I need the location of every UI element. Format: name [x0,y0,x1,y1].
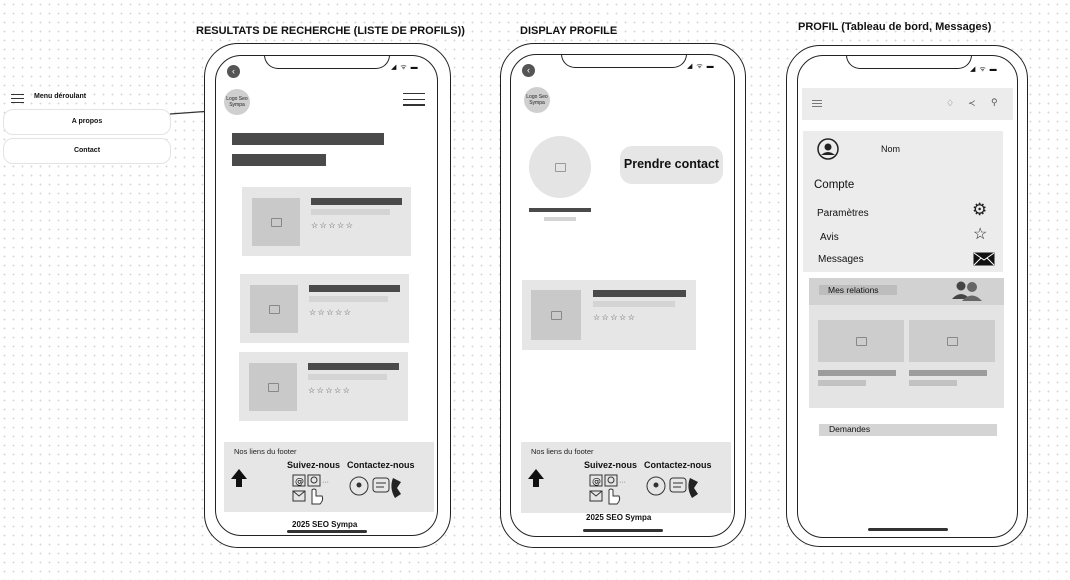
rating-stars-icon: ☆☆☆☆☆ [311,221,355,230]
relations-title: Mes relations [828,285,879,295]
envelope-icon[interactable] [973,252,995,266]
relation-sub-placeholder [818,380,866,386]
rating-stars-icon: ☆☆☆☆☆ [593,313,637,322]
footer: Nos liens du footer Suivez-nous Contacte… [224,442,434,512]
image-icon [250,285,298,333]
footer: Nos liens du footer Suivez-nous Contacte… [521,442,731,513]
back-arrow-icon[interactable]: ‹ [227,65,240,78]
requests-label: Demandes [829,424,871,434]
svg-text:···: ··· [619,479,626,486]
account-heading: Compte [814,179,855,191]
contact-button[interactable]: Prendre contact [620,146,723,184]
arrow-up-icon[interactable] [230,468,248,488]
users-icon[interactable] [951,280,983,302]
phone-notch [264,56,390,69]
relation-sub-placeholder [909,380,957,386]
star-icon[interactable]: ☆ [973,224,987,244]
card-title-placeholder [593,290,686,297]
contact-icons[interactable] [646,474,706,502]
user-avatar-icon[interactable] [817,138,839,160]
relations-panel: Mes relations [809,278,1004,408]
phone-profile-dashboard-screen: ◢ ᯤ ▬ ♢ ≺ ⚲ Nom Compte Paramètres Avis M… [797,55,1018,538]
home-indicator [583,529,663,532]
arrow-up-icon[interactable] [527,468,545,488]
footer-title: Nos liens du footer [531,447,594,456]
share-icon[interactable]: ≺ [968,98,976,109]
copyright: 2025 SEO Sympa [292,520,358,529]
status-icons: ◢ ᯤ ▬ [970,66,998,73]
svg-text:@: @ [295,477,304,487]
svg-text:···: ··· [322,479,329,486]
contact-icons[interactable] [349,474,409,502]
messages-link[interactable]: Messages [818,254,864,265]
profile-card[interactable]: ☆☆☆☆☆ [240,274,409,343]
settings-link[interactable]: Paramètres [817,208,869,219]
heading-placeholder [232,133,384,145]
card-subtitle-placeholder [308,374,387,380]
social-icons[interactable]: @ ··· [589,474,633,506]
card-title-placeholder [308,363,399,370]
social-icons[interactable]: @ ··· [292,474,336,506]
follow-us-label: Suivez-nous [287,460,341,470]
reviews-link[interactable]: Avis [820,232,839,243]
phone-search-results-screen: ‹ ◢ ᯤ ▬ Logo Seo Sympa ☆☆☆☆☆ ☆☆☆☆☆ ☆☆☆☆☆… [215,55,438,536]
profile-name-placeholder [529,208,591,212]
relation-name-placeholder [909,370,987,376]
image-icon [249,363,297,411]
home-indicator [868,528,948,531]
gear-icon[interactable]: ⚙ [972,200,987,220]
status-icons: ◢ ᯤ ▬ [391,64,419,71]
phone-notch [561,55,687,68]
requests-bar[interactable]: Demandes [819,424,997,436]
svg-text:@: @ [592,477,601,487]
profile-card[interactable]: ☆☆☆☆☆ [242,187,411,256]
subheading-placeholder [232,154,326,166]
relation-image-icon[interactable] [909,320,995,362]
account-panel: Nom Compte Paramètres Avis Messages ⚙ ☆ [803,131,1003,272]
rating-stars-icon: ☆☆☆☆☆ [309,308,353,317]
card-subtitle-placeholder [593,301,675,307]
hamburger-menu-icon[interactable] [403,93,425,107]
profile-card[interactable]: ☆☆☆☆☆ [239,352,408,421]
image-icon [252,198,300,246]
logo[interactable]: Logo Seo Sympa [524,87,550,113]
user-name: Nom [881,144,901,154]
bell-icon[interactable]: ♢ [946,98,954,109]
contact-us-label: Contactez-nous [644,460,712,470]
card-subtitle-placeholder [309,296,388,302]
footer-title: Nos liens du footer [234,447,297,456]
card-subtitle-placeholder [311,209,390,215]
app-toolbar: ♢ ≺ ⚲ [802,88,1013,120]
image-icon [531,290,581,340]
profile-avatar-image-icon [529,136,591,198]
rating-stars-icon: ☆☆☆☆☆ [308,386,352,395]
profile-card[interactable]: ☆☆☆☆☆ [522,280,696,350]
card-title-placeholder [311,198,402,205]
relation-image-icon[interactable] [818,320,904,362]
home-indicator [287,530,367,533]
contact-us-label: Contactez-nous [347,460,415,470]
copyright: 2025 SEO Sympa [586,513,652,522]
follow-us-label: Suivez-nous [584,460,638,470]
relation-name-placeholder [818,370,896,376]
search-icon[interactable]: ⚲ [991,97,998,108]
menu-icon[interactable] [812,100,822,107]
phone-notch [846,56,972,69]
status-icons: ◢ ᯤ ▬ [687,63,715,70]
logo[interactable]: Logo Seo Sympa [224,89,250,115]
profile-subtitle-placeholder [544,217,576,221]
phone-display-profile-screen: ‹ ◢ ᯤ ▬ Logo Seo Sympa Prendre contact ☆… [510,54,735,537]
back-arrow-icon[interactable]: ‹ [522,64,535,77]
card-title-placeholder [309,285,400,292]
